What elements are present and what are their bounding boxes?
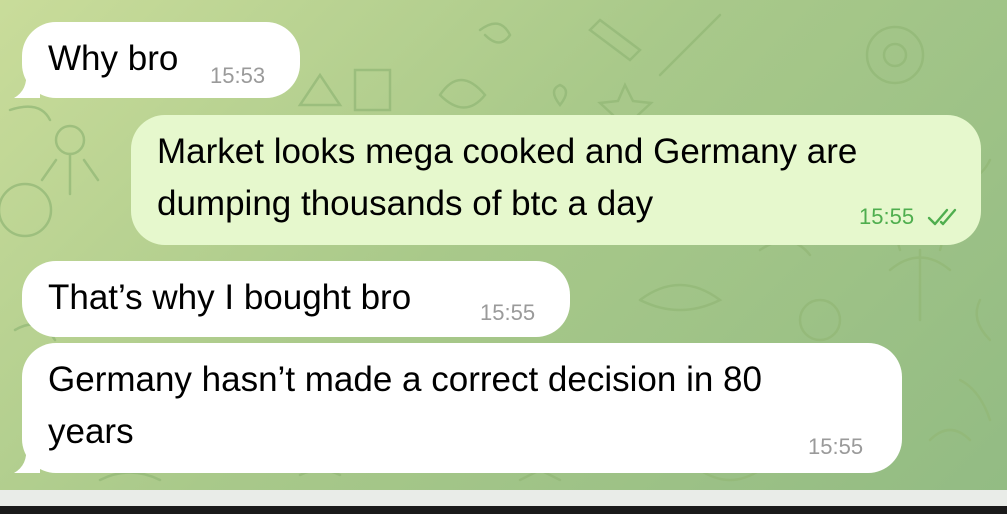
message-text: Why bro bbox=[48, 39, 179, 78]
message-text: years bbox=[48, 412, 134, 451]
double-check-icon bbox=[927, 208, 957, 226]
message-timestamp: 15:55 bbox=[808, 434, 864, 459]
message-text: That’s why I bought bro bbox=[48, 278, 412, 317]
message-bubble-incoming[interactable]: Germany hasn’t made a correct decision i… bbox=[22, 343, 902, 473]
message-text: dumping thousands of btc a day bbox=[157, 184, 654, 223]
message-text: Germany hasn’t made a correct decision i… bbox=[48, 360, 762, 399]
message-bubble-outgoing[interactable]: Market looks mega cooked and Germany are… bbox=[131, 115, 981, 245]
message-timestamp: 15:53 bbox=[210, 63, 266, 88]
bottom-bar bbox=[0, 490, 1007, 514]
bubble-tail-incoming bbox=[14, 447, 40, 473]
message-bubble-incoming[interactable]: That’s why I bought bro 15:55 bbox=[22, 261, 570, 337]
message-timestamp: 15:55 bbox=[480, 300, 536, 325]
bubble-tail-incoming bbox=[14, 72, 40, 98]
message-text: Market looks mega cooked and Germany are bbox=[157, 132, 858, 171]
message-bubble-incoming[interactable]: Why bro 15:53 bbox=[22, 22, 300, 98]
screen-edge bbox=[0, 506, 1007, 514]
message-timestamp: 15:55 bbox=[859, 204, 915, 229]
